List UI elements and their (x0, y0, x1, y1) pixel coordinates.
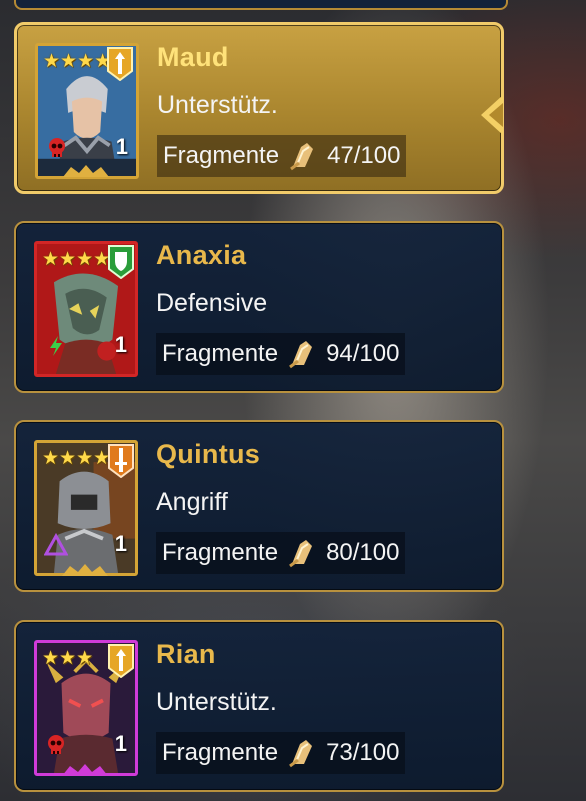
fragment-label: Fragmente (162, 340, 279, 367)
star-icon: ★ (42, 648, 60, 669)
shard-icon (290, 143, 314, 171)
champion-name: Maud (157, 42, 229, 72)
champion-level: 1 (115, 134, 128, 159)
champion-role: Angriff (156, 488, 228, 516)
shield-icon (108, 245, 134, 279)
star-icon: ★ (59, 648, 77, 669)
star-icon: ★ (60, 51, 78, 72)
fragment-count: 80/100 (326, 539, 400, 566)
star-rating: ★ ★ ★ ★ (43, 52, 111, 71)
star-icon: ★ (59, 249, 77, 270)
fragment-progress: Fragmente 73/100 (156, 732, 406, 774)
fragment-count: 94/100 (326, 340, 400, 367)
support-icon (107, 47, 133, 81)
champion-level: 1 (114, 731, 127, 756)
champion-card-quintus[interactable]: ★ ★ ★ ★ 1 Quintus Angriff Fragmente 80/100 (14, 420, 504, 592)
star-rating: ★ ★ ★ (42, 649, 93, 668)
force-icon (50, 336, 62, 356)
shard-icon (289, 740, 313, 768)
champion-card-rian[interactable]: ★ ★ ★ 1 Rian Unterstütz. Fragmente 73/100 (14, 620, 504, 792)
shard-icon (289, 341, 313, 369)
frame-crown-icon (62, 764, 108, 776)
champion-card-maud[interactable]: ★ ★ ★ ★ 1 Maud Unterstütz. Fragmente 47/100 (14, 22, 504, 194)
star-rating: ★ ★ ★ ★ (42, 449, 110, 468)
magic-icon (44, 533, 68, 556)
star-icon: ★ (42, 249, 60, 270)
selected-indicator-icon (481, 95, 503, 135)
skull-icon (48, 735, 64, 754)
fragment-label: Fragmente (162, 539, 279, 566)
champion-name: Quintus (156, 439, 261, 469)
champion-name: Anaxia (156, 240, 247, 270)
sword-icon (108, 444, 134, 478)
fragment-progress: Fragmente 47/100 (157, 135, 407, 177)
champion-role: Unterstütz. (156, 688, 277, 716)
champion-role: Defensive (156, 289, 268, 317)
champion-level: 1 (114, 531, 127, 556)
frame-crown-icon (63, 165, 109, 177)
previous-card-edge (14, 0, 508, 10)
champion-role: Unterstütz. (157, 91, 278, 119)
star-icon: ★ (76, 448, 94, 469)
star-icon: ★ (76, 648, 94, 669)
fragment-count: 73/100 (326, 739, 400, 766)
star-icon: ★ (42, 448, 60, 469)
shard-icon (289, 540, 313, 568)
fragment-progress: Fragmente 80/100 (156, 532, 406, 574)
star-icon: ★ (59, 448, 77, 469)
skull-icon (49, 138, 65, 157)
fragment-label: Fragmente (163, 142, 280, 169)
frame-crown-icon (62, 564, 108, 576)
fragment-progress: Fragmente 94/100 (156, 333, 406, 375)
champion-card-anaxia[interactable]: ★★★★★ 1 Anaxia Defensive Fragmente 94/10… (14, 221, 504, 393)
champion-level: 1 (114, 332, 127, 357)
fragment-label: Fragmente (162, 739, 279, 766)
champion-name: Rian (156, 639, 216, 669)
star-icon: ★ (43, 51, 61, 72)
star-icon: ★ (77, 51, 95, 72)
star-icon: ★ (76, 249, 94, 270)
fragment-count: 47/100 (327, 142, 401, 169)
support-icon (108, 644, 134, 678)
